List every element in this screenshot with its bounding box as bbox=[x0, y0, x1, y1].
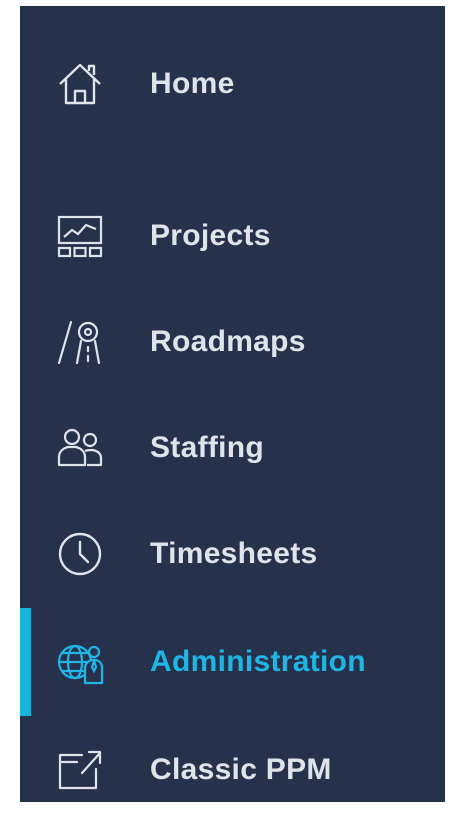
sidebar-item-timesheets[interactable]: Timesheets bbox=[20, 514, 445, 594]
roadmaps-icon bbox=[54, 316, 106, 368]
sidebar-item-label: Home bbox=[150, 67, 235, 100]
sidebar-item-administration[interactable]: Administration bbox=[20, 622, 445, 702]
clock-icon bbox=[54, 528, 106, 580]
sidebar-item-label: Timesheets bbox=[150, 537, 318, 570]
sidebar-item-classic-ppm[interactable]: Classic PPM bbox=[20, 730, 445, 810]
sidebar-item-label: Classic PPM bbox=[150, 753, 332, 786]
sidebar-item-label: Staffing bbox=[150, 431, 265, 464]
sidebar-item-staffing[interactable]: Staffing bbox=[20, 408, 445, 488]
sidebar-item-label: Roadmaps bbox=[150, 325, 306, 358]
sidebar: Home Projects Roadmaps Staffing Timeshee… bbox=[20, 6, 445, 802]
administration-icon bbox=[54, 636, 106, 688]
staffing-icon bbox=[54, 422, 106, 474]
sidebar-item-projects[interactable]: Projects bbox=[20, 196, 445, 276]
home-icon bbox=[54, 58, 106, 110]
sidebar-item-home[interactable]: Home bbox=[20, 44, 445, 124]
sidebar-item-label: Projects bbox=[150, 219, 271, 252]
sidebar-item-label: Administration bbox=[150, 645, 366, 678]
projects-icon bbox=[54, 210, 106, 262]
external-link-icon bbox=[54, 744, 106, 796]
sidebar-item-roadmaps[interactable]: Roadmaps bbox=[20, 302, 445, 382]
